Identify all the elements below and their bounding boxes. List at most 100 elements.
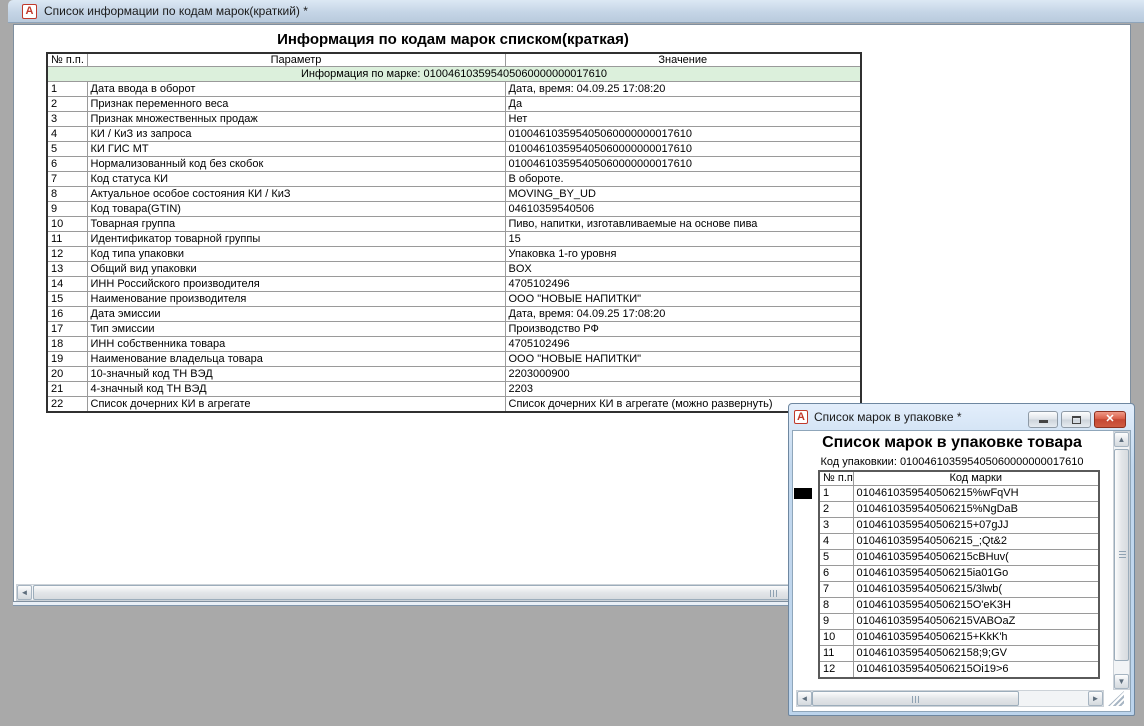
row-parameter: Код статуса КИ xyxy=(87,172,505,187)
table-row[interactable]: 4 0104610359540506215_;Qt&2 xyxy=(819,533,1099,549)
col-header-num: № п.п. xyxy=(819,471,853,485)
row-parameter: Идентификатор товарной группы xyxy=(87,232,505,247)
row-number: 12 xyxy=(47,247,87,262)
row-parameter: Актуальное особое состояния КИ / КиЗ xyxy=(87,187,505,202)
row-parameter: Код товара(GTIN) xyxy=(87,202,505,217)
row-value[interactable]: 2203000900 xyxy=(505,367,861,382)
table-row[interactable]: 11 01046103595405062158;9;GV xyxy=(819,645,1099,661)
table-row[interactable]: 7 0104610359540506215/3lwb( xyxy=(819,581,1099,597)
table-row[interactable]: 3 Признак множественных продаж Нет xyxy=(47,112,861,127)
row-number: 18 xyxy=(47,337,87,352)
table-row[interactable]: 9 0104610359540506215VABOaZ xyxy=(819,613,1099,629)
popup-vertical-scrollbar[interactable]: ▲ ▼ xyxy=(1113,431,1130,690)
table-row[interactable]: 5 0104610359540506215cBHuv( xyxy=(819,549,1099,565)
table-row[interactable]: 17 Тип эмиссии Производство РФ xyxy=(47,322,861,337)
row-parameter: Общий вид упаковки xyxy=(87,262,505,277)
row-value[interactable]: 4705102496 xyxy=(505,277,861,292)
row-parameter: 10-значный код ТН ВЭД xyxy=(87,367,505,382)
row-value[interactable]: Производство РФ xyxy=(505,322,861,337)
table-row[interactable]: 1 0104610359540506215%wFqVH xyxy=(819,485,1099,501)
row-value[interactable]: ООО "НОВЫЕ НАПИТКИ" xyxy=(505,292,861,307)
app-icon[interactable]: A xyxy=(794,410,808,424)
selected-row-marker[interactable] xyxy=(793,487,813,500)
info-table: № п.п. Параметр Значение Информация по м… xyxy=(46,52,862,413)
row-value[interactable]: 010046103595405060000000017610 xyxy=(505,142,861,157)
row-number: 3 xyxy=(47,112,87,127)
table-row[interactable]: 11 Идентификатор товарной группы 15 xyxy=(47,232,861,247)
row-parameter: ИНН собственника товара xyxy=(87,337,505,352)
table-row[interactable]: 12 0104610359540506215Oi19>6 xyxy=(819,661,1099,678)
row-value[interactable]: 010046103595405060000000017610 xyxy=(505,127,861,142)
row-value[interactable]: 15 xyxy=(505,232,861,247)
popup-vscrollbar-thumb[interactable] xyxy=(1114,449,1129,661)
row-parameter: Наименование производителя xyxy=(87,292,505,307)
scroll-left-icon[interactable]: ◄ xyxy=(797,691,812,706)
table-row[interactable]: 16 Дата эмиссии Дата, время: 04.09.25 17… xyxy=(47,307,861,322)
close-button[interactable]: ✕ xyxy=(1094,411,1126,428)
row-value[interactable]: ООО "НОВЫЕ НАПИТКИ" xyxy=(505,352,861,367)
popup-title: Список марок в упаковке * xyxy=(814,410,962,424)
restore-button[interactable] xyxy=(1061,411,1091,428)
scroll-up-icon[interactable]: ▲ xyxy=(1114,432,1129,447)
table-row[interactable]: 13 Общий вид упаковки BOX xyxy=(47,262,861,277)
row-value[interactable]: Нет xyxy=(505,112,861,127)
table-row[interactable]: 6 Нормализованный код без скобок 0100461… xyxy=(47,157,861,172)
table-row[interactable]: 7 Код статуса КИ В обороте. xyxy=(47,172,861,187)
row-mark-code: 0104610359540506215+07gJJ xyxy=(853,517,1099,533)
table-row[interactable]: 10 0104610359540506215+KkK'h xyxy=(819,629,1099,645)
table-row[interactable]: 21 4-значный код ТН ВЭД 2203 xyxy=(47,382,861,397)
table-row[interactable]: 12 Код типа упаковки Упаковка 1-го уровн… xyxy=(47,247,861,262)
scroll-left-icon[interactable]: ◄ xyxy=(17,585,32,600)
row-number: 4 xyxy=(47,127,87,142)
row-value[interactable]: Дата, время: 04.09.25 17:08:20 xyxy=(505,307,861,322)
minimize-button[interactable] xyxy=(1028,411,1058,428)
row-value[interactable]: MOVING_BY_UD xyxy=(505,187,861,202)
main-window-title: Список информации по кодам марок(краткий… xyxy=(44,4,308,18)
scroll-down-icon[interactable]: ▼ xyxy=(1114,674,1129,689)
table-row[interactable]: 15 Наименование производителя ООО "НОВЫЕ… xyxy=(47,292,861,307)
table-row[interactable]: 8 0104610359540506215O'eK3H xyxy=(819,597,1099,613)
table-row[interactable]: 20 10-значный код ТН ВЭД 2203000900 xyxy=(47,367,861,382)
table-row[interactable]: 9 Код товара(GTIN) 04610359540506 xyxy=(47,202,861,217)
table-row[interactable]: 6 0104610359540506215ia01Go xyxy=(819,565,1099,581)
row-parameter: Дата эмиссии xyxy=(87,307,505,322)
row-value[interactable]: Да xyxy=(505,97,861,112)
main-window-titlebar[interactable]: A Список информации по кодам марок(кратк… xyxy=(8,0,1144,23)
row-number: 11 xyxy=(47,232,87,247)
table-row[interactable]: 19 Наименование владельца товара ООО "НО… xyxy=(47,352,861,367)
row-mark-code: 0104610359540506215ia01Go xyxy=(853,565,1099,581)
table-row[interactable]: 5 КИ ГИС МТ 0100461035954050600000000176… xyxy=(47,142,861,157)
table-row[interactable]: 1 Дата ввода в оборот Дата, время: 04.09… xyxy=(47,82,861,97)
row-value[interactable]: Пиво, напитки, изготавливаемые на основе… xyxy=(505,217,861,232)
col-header-code: Код марки xyxy=(853,471,1099,485)
row-value[interactable]: Упаковка 1-го уровня xyxy=(505,247,861,262)
restore-icon xyxy=(1072,416,1081,424)
table-row[interactable]: 14 ИНН Российского производителя 4705102… xyxy=(47,277,861,292)
row-value[interactable]: 010046103595405060000000017610 xyxy=(505,157,861,172)
popup-horizontal-scrollbar[interactable]: ◄ ► xyxy=(796,690,1104,707)
table-row[interactable]: 3 0104610359540506215+07gJJ xyxy=(819,517,1099,533)
table-row[interactable]: 22 Список дочерних КИ в агрегате Список … xyxy=(47,397,861,413)
table-row[interactable]: 8 Актуальное особое состояния КИ / КиЗ M… xyxy=(47,187,861,202)
table-row[interactable]: 2 0104610359540506215%NgDaB xyxy=(819,501,1099,517)
row-value[interactable]: BOX xyxy=(505,262,861,277)
col-header-num: № п.п. xyxy=(47,53,87,67)
app-icon[interactable]: A xyxy=(22,4,37,19)
row-number: 16 xyxy=(47,307,87,322)
row-number: 8 xyxy=(819,597,853,613)
table-row[interactable]: 4 КИ / КиЗ из запроса 010046103595405060… xyxy=(47,127,861,142)
table-row[interactable]: 18 ИНН собственника товара 4705102496 xyxy=(47,337,861,352)
row-value[interactable]: В обороте. xyxy=(505,172,861,187)
row-parameter: Дата ввода в оборот xyxy=(87,82,505,97)
minimize-icon xyxy=(1039,420,1048,423)
row-value[interactable]: Дата, время: 04.09.25 17:08:20 xyxy=(505,82,861,97)
table-row[interactable]: 10 Товарная группа Пиво, напитки, изгота… xyxy=(47,217,861,232)
row-value[interactable]: 2203 xyxy=(505,382,861,397)
table-row[interactable]: 2 Признак переменного веса Да xyxy=(47,97,861,112)
popup-hscrollbar-thumb[interactable] xyxy=(812,691,1019,706)
scroll-right-icon[interactable]: ► xyxy=(1088,691,1103,706)
row-value[interactable]: 04610359540506 xyxy=(505,202,861,217)
row-value[interactable]: 4705102496 xyxy=(505,337,861,352)
row-mark-code: 0104610359540506215Oi19>6 xyxy=(853,661,1099,678)
row-number: 1 xyxy=(47,82,87,97)
